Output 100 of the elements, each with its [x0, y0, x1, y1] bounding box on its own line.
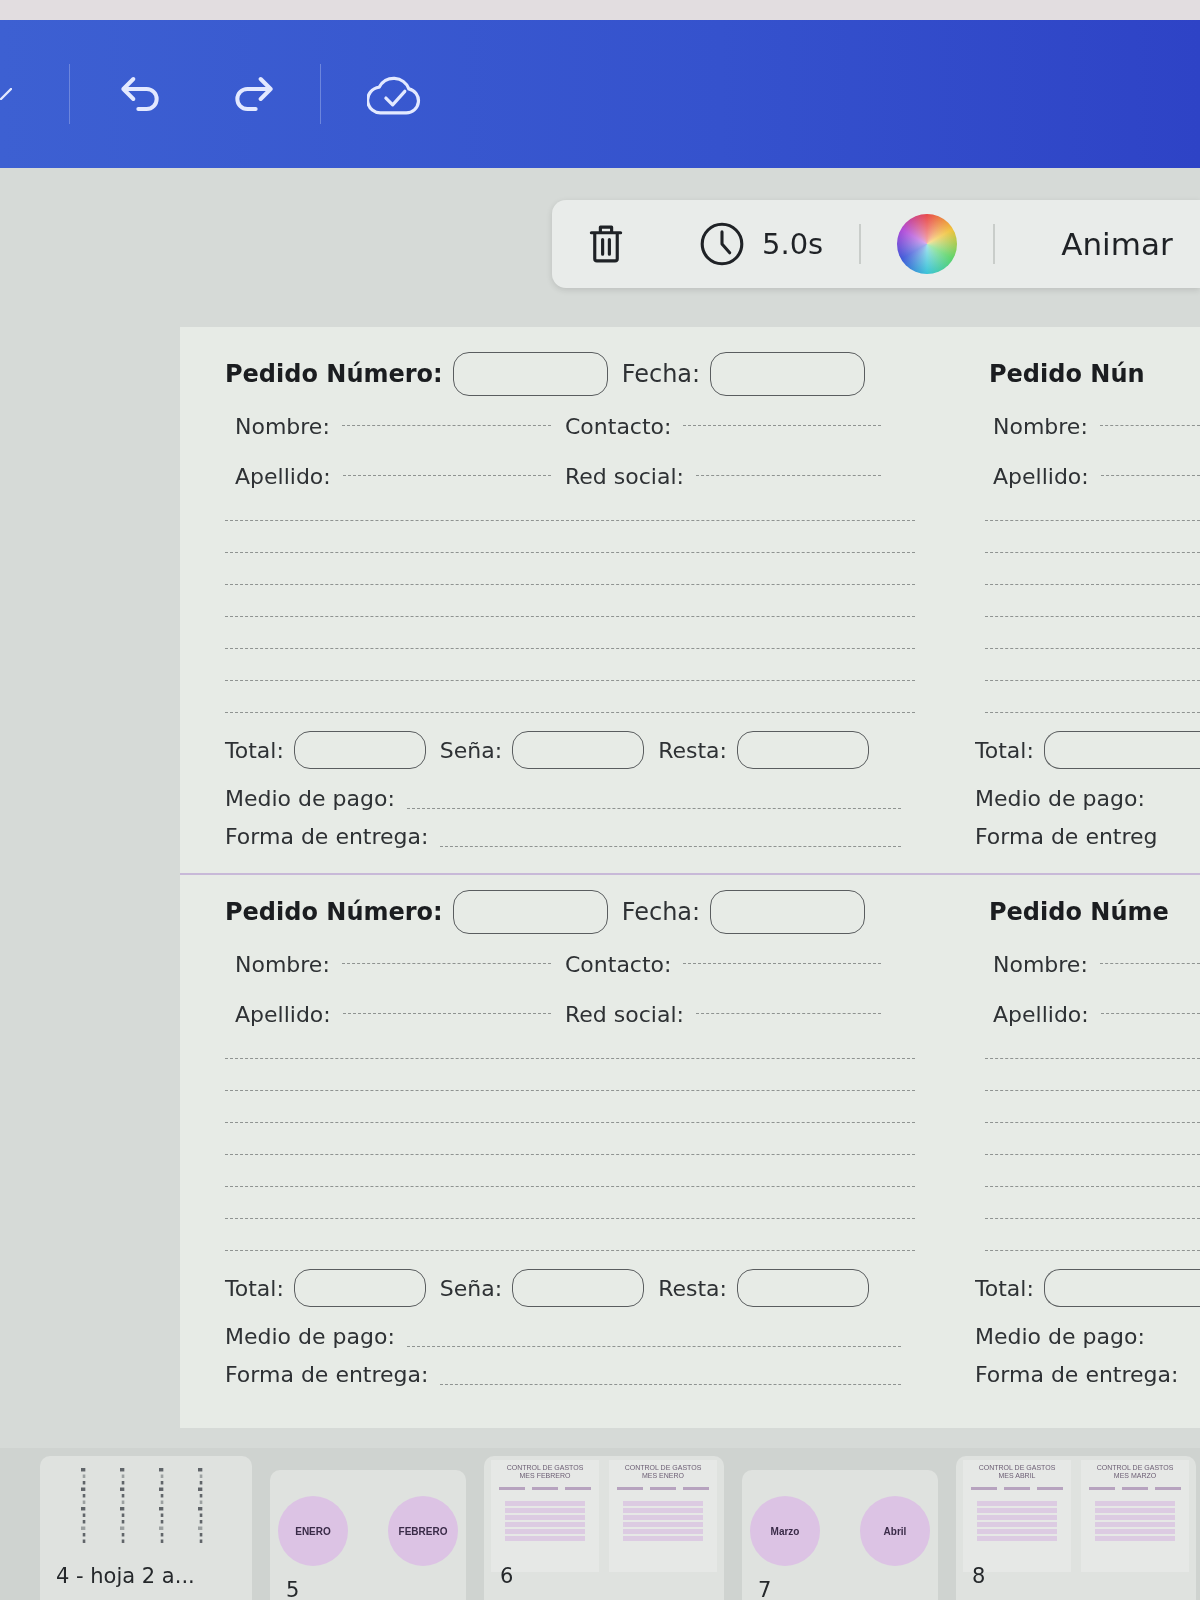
fill-in-line[interactable] [225, 520, 915, 521]
fill-in-line[interactable] [695, 1012, 881, 1014]
fill-in-line[interactable] [225, 648, 915, 649]
amount-label: Total: [975, 737, 1034, 763]
fill-in-line[interactable] [985, 520, 1200, 521]
fill-in-line[interactable] [985, 1250, 1200, 1251]
order-number-field[interactable] [452, 352, 608, 396]
fill-in-line[interactable] [695, 474, 881, 476]
field-label: Apellido: [993, 463, 1089, 489]
fill-in-line[interactable] [225, 1250, 915, 1251]
field-label: Nombre: [235, 413, 330, 439]
fill-in-line[interactable] [225, 1122, 915, 1123]
amount-field[interactable] [1043, 731, 1200, 769]
fill-in-line[interactable] [406, 808, 901, 809]
page-number-label: 8 [972, 1564, 986, 1588]
fill-in-line[interactable] [985, 648, 1200, 649]
page-thumbnail[interactable]: Marzo Abril 7 [742, 1470, 938, 1600]
redo-icon[interactable] [232, 74, 276, 114]
fill-in-line[interactable] [225, 1218, 915, 1219]
fill-in-line[interactable] [985, 552, 1200, 553]
duration-label[interactable]: 5.0s [762, 227, 824, 261]
field-label: Nombre: [993, 413, 1088, 439]
fill-in-line[interactable] [985, 584, 1200, 585]
amount-field[interactable] [1043, 1269, 1200, 1307]
fill-in-line[interactable] [406, 1346, 901, 1347]
fill-in-line[interactable] [985, 1186, 1200, 1187]
fill-in-line[interactable] [1100, 474, 1200, 476]
fill-in-line[interactable] [440, 1384, 901, 1385]
fill-in-line[interactable] [985, 1090, 1200, 1091]
field-label: Apellido: [993, 1001, 1089, 1027]
clock-icon[interactable] [700, 222, 744, 266]
month-label: ENERO [295, 1525, 331, 1537]
fill-in-line[interactable] [341, 962, 551, 964]
field-label: Medio de pago: [225, 785, 395, 811]
fill-in-line[interactable] [985, 680, 1200, 681]
animate-button[interactable]: Animar [1053, 220, 1181, 268]
undo-icon[interactable] [118, 74, 162, 114]
fill-in-line[interactable] [225, 616, 915, 617]
page-thumbnail[interactable]: ENERO FEBRERO 5 [270, 1470, 466, 1600]
amount-field[interactable] [512, 1269, 645, 1307]
fill-in-line[interactable] [225, 680, 915, 681]
check-icon[interactable] [0, 88, 12, 100]
amount-label: Total: [225, 1275, 284, 1301]
fill-in-line[interactable] [985, 1122, 1200, 1123]
fill-in-line[interactable] [985, 1154, 1200, 1155]
field-label: Red social: [565, 1001, 684, 1027]
fill-in-line[interactable] [1099, 962, 1200, 964]
order-number-label: Pedido Nún [989, 360, 1145, 388]
order-number-label: Pedido Número: [225, 898, 443, 926]
fill-in-line[interactable] [440, 846, 901, 847]
fill-in-line[interactable] [1099, 424, 1200, 426]
amount-field[interactable] [293, 1269, 426, 1307]
fill-in-line[interactable] [985, 1058, 1200, 1059]
page-number-label: 6 [500, 1564, 514, 1588]
month-label: Marzo [770, 1525, 800, 1537]
delete-icon[interactable] [588, 223, 624, 265]
fill-in-line[interactable] [342, 474, 551, 476]
page-number-label: 4 - hoja 2 a... [56, 1564, 195, 1588]
field-label: Red social: [565, 463, 684, 489]
field-label: Forma de entrega: [225, 823, 429, 849]
amount-label: Seña: [439, 737, 503, 763]
amount-label: Resta: [658, 737, 727, 763]
field-label: Nombre: [235, 951, 330, 977]
date-label: Fecha: [621, 360, 701, 388]
fill-in-line[interactable] [341, 424, 551, 426]
fill-in-line[interactable] [985, 616, 1200, 617]
month-label: FEBRERO [398, 1525, 448, 1537]
field-label: Medio de pago: [225, 1323, 395, 1349]
amount-field[interactable] [512, 731, 645, 769]
fill-in-line[interactable] [225, 1090, 915, 1091]
order-number-label: Pedido Núme [989, 898, 1169, 926]
amount-label: Total: [975, 1275, 1034, 1301]
amount-field[interactable] [736, 731, 869, 769]
fill-in-line[interactable] [1100, 1012, 1200, 1014]
fill-in-line[interactable] [683, 962, 881, 964]
page-number-label: 7 [758, 1578, 772, 1600]
amount-label: Total: [225, 737, 284, 763]
field-label: Forma de entrega: [975, 1361, 1179, 1387]
fill-in-line[interactable] [225, 552, 915, 553]
fill-in-line[interactable] [225, 1186, 915, 1187]
amount-field[interactable] [736, 1269, 869, 1307]
date-field[interactable] [710, 352, 866, 396]
order-number-label: Pedido Número: [225, 360, 443, 388]
fill-in-line[interactable] [985, 712, 1200, 713]
field-label: Nombre: [993, 951, 1088, 977]
amount-field[interactable] [293, 731, 426, 769]
fill-in-line[interactable] [985, 1218, 1200, 1219]
date-field[interactable] [710, 890, 866, 934]
fill-in-line[interactable] [225, 1154, 915, 1155]
fill-in-line[interactable] [342, 1012, 551, 1014]
field-label: Contacto: [565, 413, 672, 439]
fill-in-line[interactable] [225, 712, 915, 713]
fill-in-line[interactable] [225, 1058, 915, 1059]
fill-in-line[interactable] [225, 584, 915, 585]
fill-in-line[interactable] [683, 424, 881, 426]
order-number-field[interactable] [452, 890, 608, 934]
field-label: Forma de entreg [975, 823, 1158, 849]
field-label: Forma de entrega: [225, 1361, 429, 1387]
page-thumbnail[interactable]: 4 - hoja 2 a... [40, 1456, 252, 1600]
field-label: Apellido: [235, 1001, 331, 1027]
